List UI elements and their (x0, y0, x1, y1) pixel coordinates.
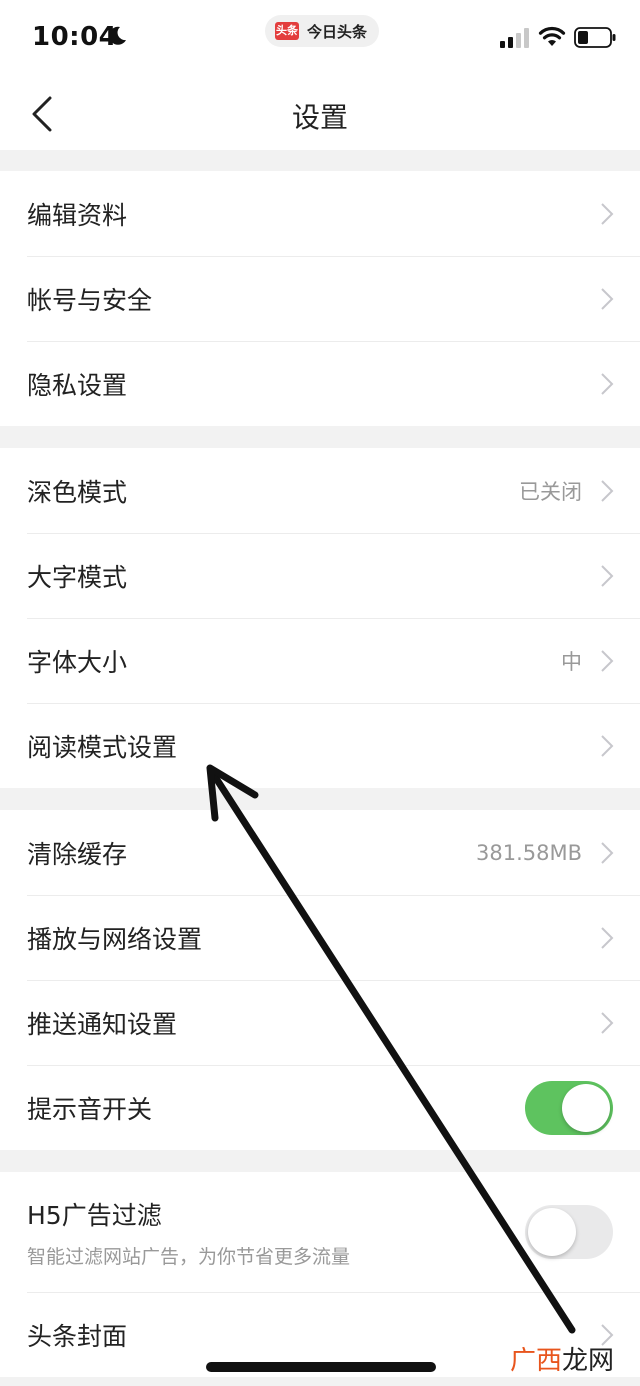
app-source-name: 今日头条 (307, 22, 368, 41)
chevron-right-icon (601, 1011, 614, 1034)
navigation-bar: 设置 (0, 78, 640, 150)
row-label: 深色模式 (27, 477, 128, 507)
row-value: 已关闭 (519, 479, 582, 504)
settings-row-font-size[interactable]: 字体大小 中 (0, 618, 640, 703)
row-subtitle: 智能过滤网站广告，为你节省更多流量 (27, 1245, 351, 1268)
settings-group-general: 清除缓存 381.58MB 播放与网络设置 推送通知设置 提示音开关 (0, 810, 640, 1150)
chevron-right-icon (601, 841, 614, 864)
row-label: 帐号与安全 (27, 285, 153, 315)
settings-row-sound-toggle: 提示音开关 (0, 1065, 640, 1150)
settings-row-push-notifications[interactable]: 推送通知设置 (0, 980, 640, 1065)
battery-icon (574, 27, 616, 48)
chevron-right-icon (601, 287, 614, 310)
toutiao-logo: 头条 (275, 22, 299, 40)
settings-row-edit-profile[interactable]: 编辑资料 (0, 171, 640, 256)
settings-row-reading-mode[interactable]: 阅读模式设置 (0, 703, 640, 788)
signal-icon (500, 28, 529, 48)
row-label: 字体大小 (27, 647, 128, 677)
settings-row-playback-network[interactable]: 播放与网络设置 (0, 895, 640, 980)
watermark-part-2: 龙网 (562, 1346, 615, 1376)
row-value: 中 (561, 649, 582, 674)
chevron-right-icon (601, 479, 614, 502)
row-label: 大字模式 (27, 562, 128, 592)
toggle-knob (562, 1083, 610, 1132)
watermark-part-1: 广西 (510, 1346, 563, 1376)
status-time: 10:04 (32, 22, 118, 52)
settings-row-privacy[interactable]: 隐私设置 (0, 341, 640, 426)
home-indicator[interactable] (206, 1362, 436, 1372)
status-bar: 10:04 头条 今日头条 (0, 0, 640, 78)
row-label: 阅读模式设置 (27, 732, 178, 762)
chevron-right-icon (601, 202, 614, 225)
chevron-right-icon (601, 564, 614, 587)
wifi-icon (538, 26, 566, 46)
settings-row-clear-cache[interactable]: 清除缓存 381.58MB (0, 810, 640, 895)
cache-size-value: 381.58MB (475, 840, 582, 865)
settings-row-account-security[interactable]: 帐号与安全 (0, 256, 640, 341)
row-label: 编辑资料 (27, 200, 128, 230)
row-label: 播放与网络设置 (27, 924, 203, 954)
settings-group-account: 编辑资料 帐号与安全 隐私设置 (0, 171, 640, 426)
settings-row-large-text[interactable]: 大字模式 (0, 533, 640, 618)
moon-icon (109, 26, 126, 45)
settings-group-display: 深色模式 已关闭 大字模式 字体大小 中 阅读模式设置 (0, 448, 640, 788)
settings-row-h5-ad-filter: H5广告过滤 智能过滤网站广告，为你节省更多流量 (0, 1172, 640, 1292)
chevron-right-icon (601, 649, 614, 672)
ad-filter-toggle-switch[interactable] (525, 1205, 613, 1259)
row-label: 头条封面 (27, 1321, 128, 1351)
row-label: 隐私设置 (27, 370, 128, 400)
settings-row-dark-mode[interactable]: 深色模式 已关闭 (0, 448, 640, 533)
sound-toggle-switch[interactable] (525, 1080, 613, 1135)
row-label: 清除缓存 (27, 839, 128, 869)
chevron-right-icon (601, 734, 614, 757)
row-label: H5广告过滤 (27, 1200, 162, 1230)
row-label: 推送通知设置 (27, 1009, 178, 1039)
chevron-right-icon (601, 372, 614, 395)
app-source-badge[interactable]: 头条 今日头条 (265, 15, 380, 47)
toggle-knob (528, 1208, 576, 1256)
chevron-right-icon (601, 926, 614, 949)
watermark: 广西龙网 (510, 1340, 614, 1377)
page-title: 设置 (291, 101, 348, 134)
row-label: 提示音开关 (27, 1094, 153, 1124)
